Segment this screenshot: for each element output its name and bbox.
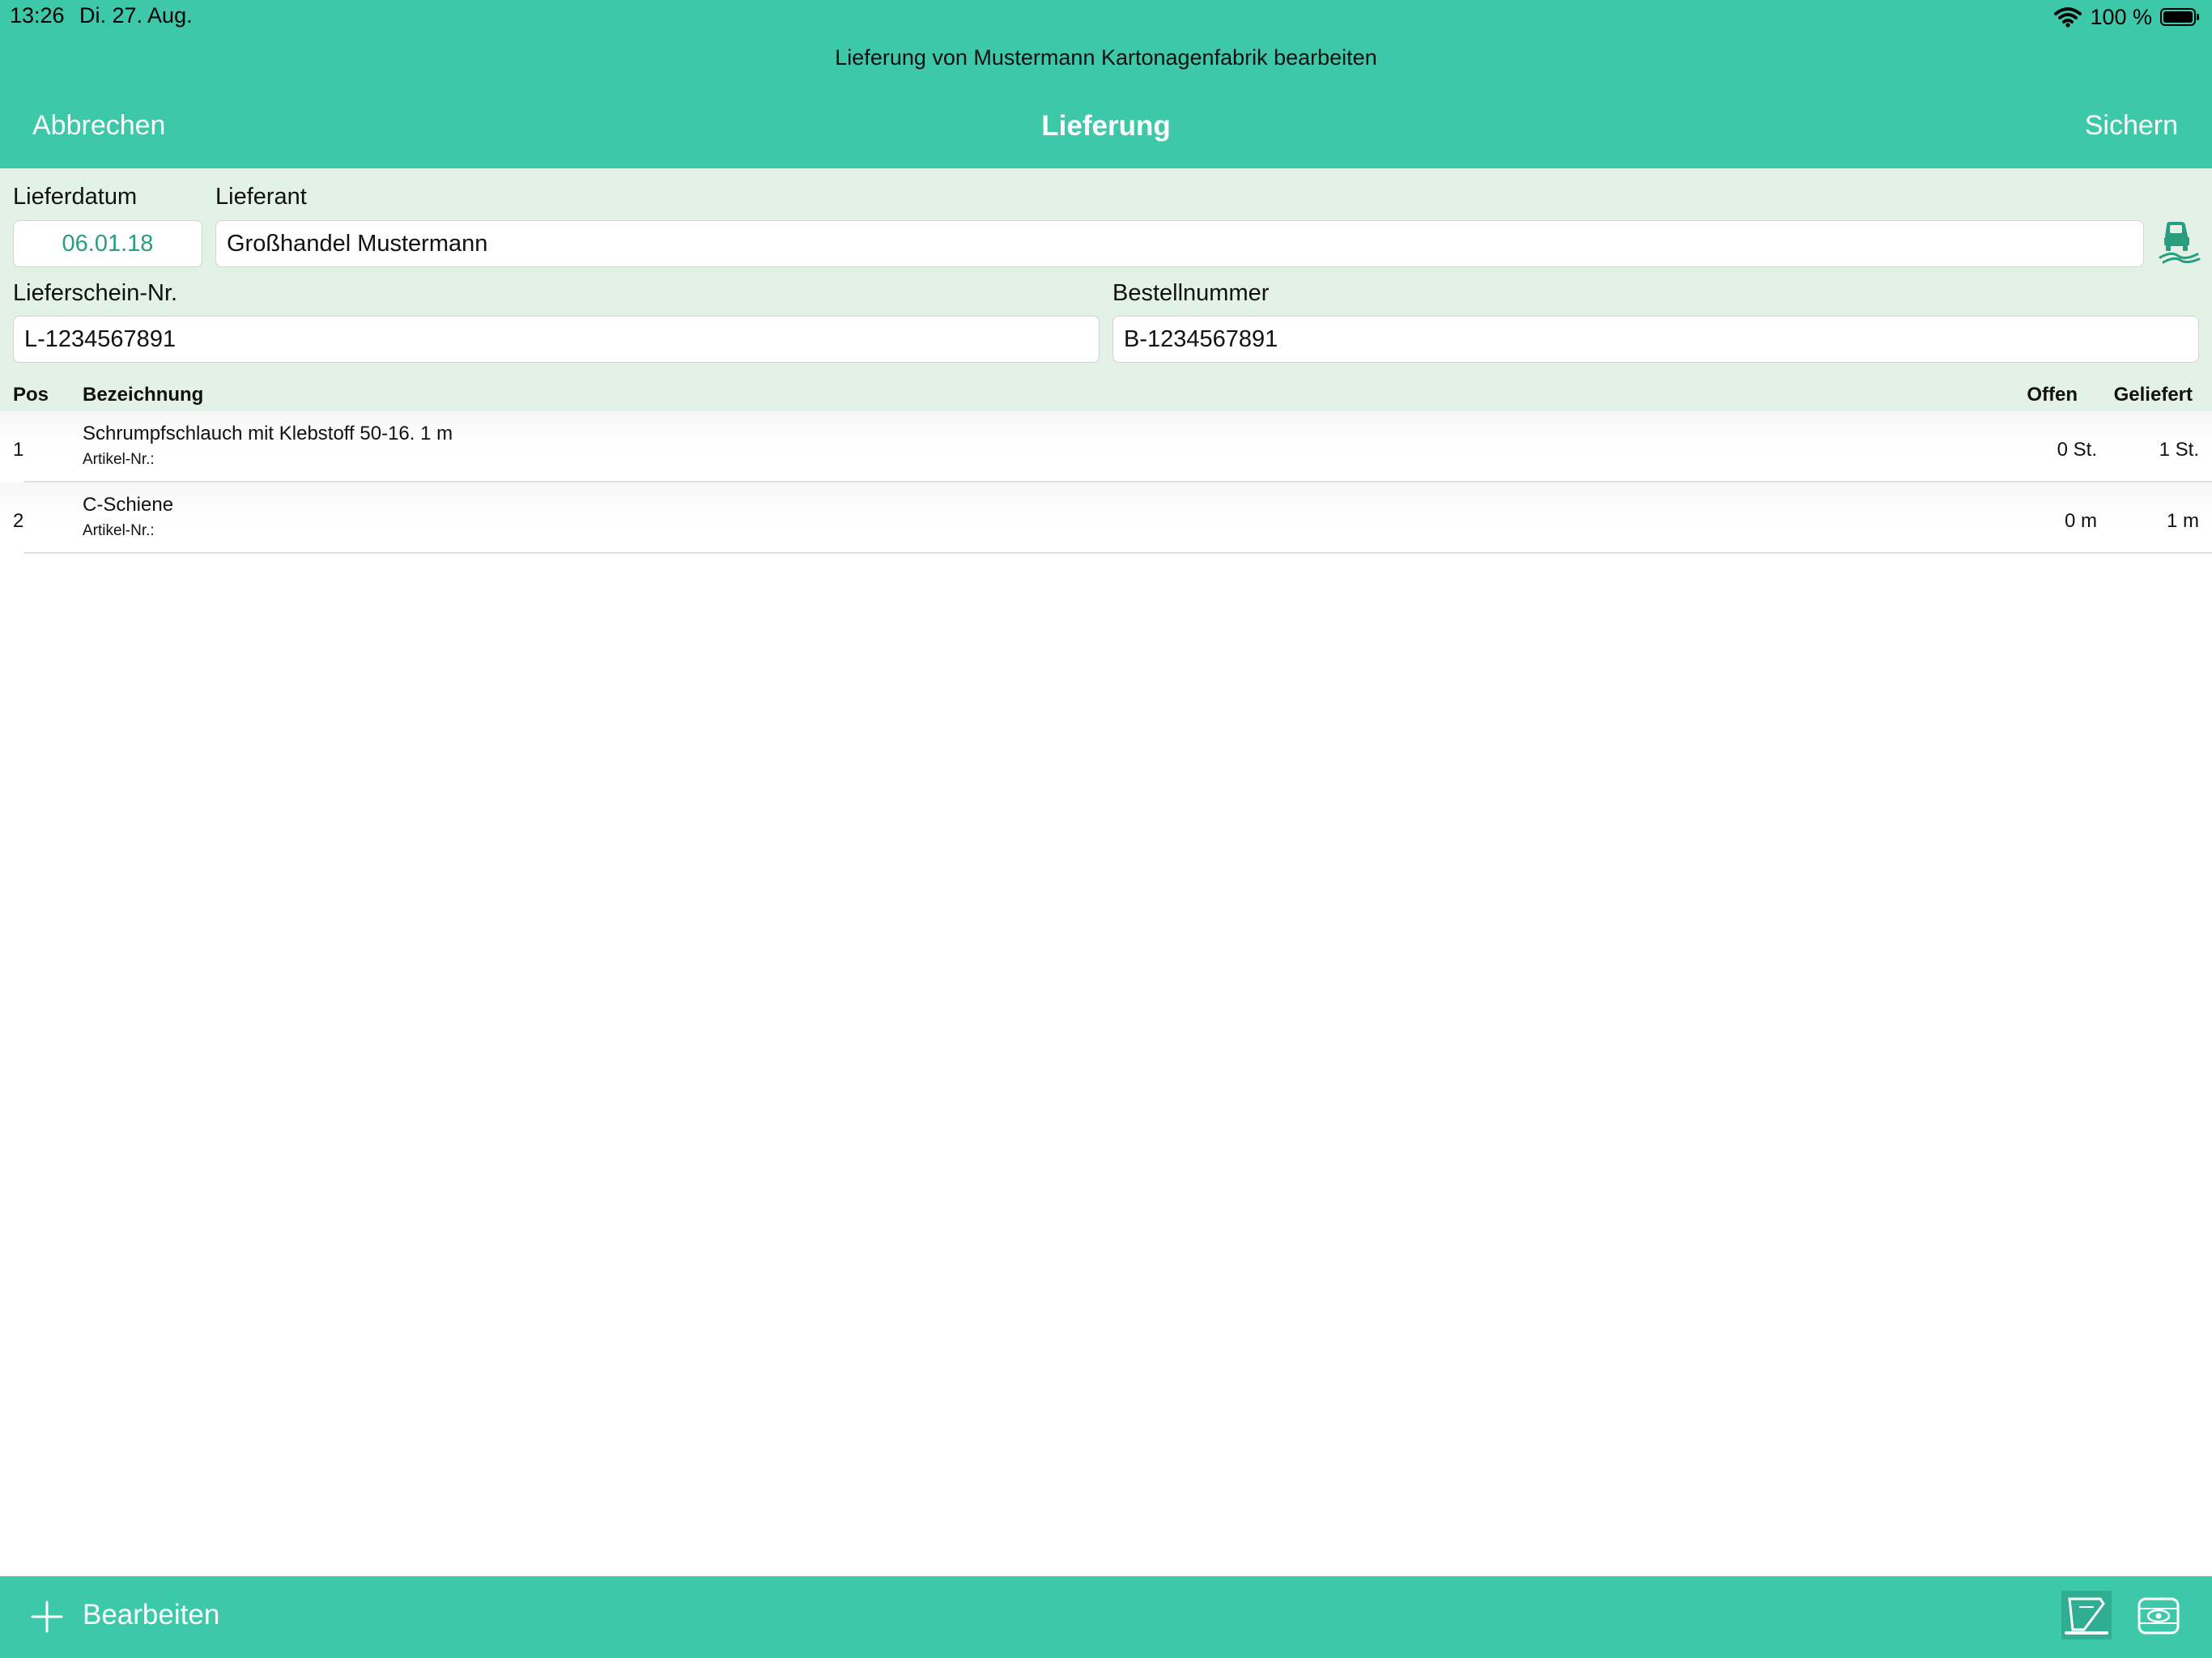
battery-percent: 100 % xyxy=(2090,4,2152,29)
table-row[interactable]: 2 C-Schiene Artikel-Nr.: 0 m 1 m xyxy=(0,483,2212,554)
navigation-bar: 13:26 Di. 27. Aug. 100 % Lieferung von M… xyxy=(0,0,2212,168)
status-indicators: 100 % xyxy=(2054,3,2201,31)
row-delivered-quantity: 1 m xyxy=(2166,510,2199,532)
plus-icon[interactable] xyxy=(31,1601,63,1633)
row-article-number: Artikel-Nr.: xyxy=(83,522,155,539)
supplier-field[interactable]: Großhandel Mustermann xyxy=(215,220,2144,267)
row-name: Schrumpfschlauch mit Klebstoff 50-16. 1 … xyxy=(83,423,453,444)
row-open-quantity: 0 St. xyxy=(2057,439,2097,461)
column-header-name: Bezeichnung xyxy=(83,384,204,406)
row-name: C-Schiene xyxy=(83,494,174,516)
delivery-date-field[interactable]: 06.01.18 xyxy=(13,220,202,267)
delivery-form xyxy=(0,168,2212,411)
status-date: Di. 27. Aug. xyxy=(79,3,193,28)
status-time: 13:26 xyxy=(10,3,65,28)
column-header-open: Offen xyxy=(2027,384,2078,406)
row-delivered-quantity: 1 St. xyxy=(2159,439,2199,461)
order-number-label: Bestellnummer xyxy=(1112,280,1270,306)
scanner-icon[interactable] xyxy=(2061,1591,2112,1639)
window-subtitle: Lieferung von Mustermann Kartonagenfabri… xyxy=(835,45,1377,70)
save-button[interactable]: Sichern xyxy=(2085,110,2178,142)
column-header-delivered: Geliefert xyxy=(2113,384,2193,406)
delivery-date-label: Lieferdatum xyxy=(13,184,138,210)
column-header-pos: Pos xyxy=(13,384,49,406)
page-title: Lieferung xyxy=(1041,110,1171,142)
truck-icon[interactable] xyxy=(2157,219,2202,264)
view-icon[interactable] xyxy=(2138,1596,2180,1636)
bottom-toolbar: Bearbeiten xyxy=(0,1576,2212,1658)
table-row[interactable]: 1 Schrumpfschlauch mit Klebstoff 50-16. … xyxy=(0,411,2212,483)
row-divider xyxy=(24,552,2212,554)
delivery-note-label: Lieferschein-Nr. xyxy=(13,280,178,306)
order-number-field[interactable]: B-1234567891 xyxy=(1112,316,2199,363)
delivery-note-field[interactable]: L-1234567891 xyxy=(13,316,1100,363)
wifi-icon xyxy=(2054,6,2082,28)
row-pos: 2 xyxy=(13,510,24,532)
edit-button[interactable]: Bearbeiten xyxy=(83,1599,219,1631)
supplier-label: Lieferant xyxy=(215,184,307,210)
row-open-quantity: 0 m xyxy=(2064,510,2097,532)
battery-icon xyxy=(2160,7,2201,27)
row-article-number: Artikel-Nr.: xyxy=(83,451,155,468)
row-pos: 1 xyxy=(13,439,24,461)
